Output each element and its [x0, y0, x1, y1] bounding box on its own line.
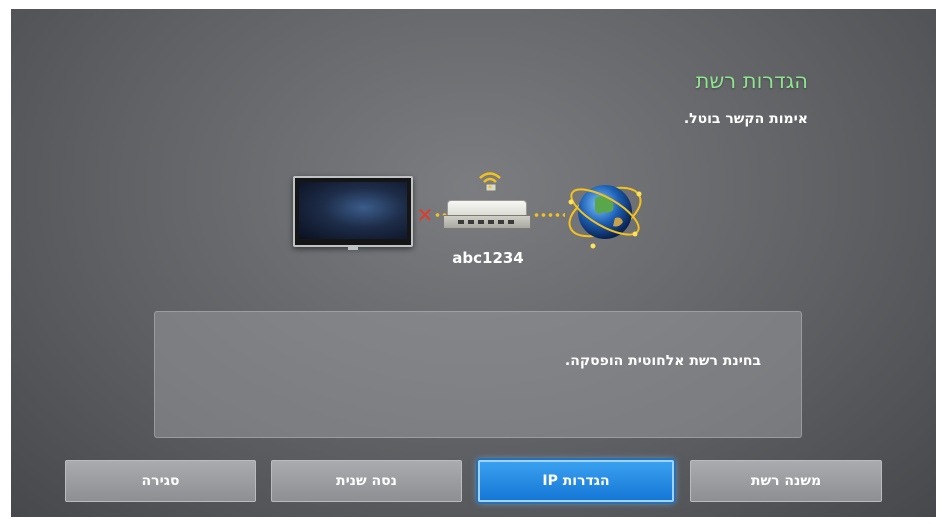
change-network-button[interactable]: משנה רשת: [690, 460, 882, 502]
network-ssid: abc1234: [452, 249, 524, 267]
router-icon: [443, 200, 533, 230]
tv-icon: [293, 176, 413, 250]
connection-dots-router-globe: [533, 213, 565, 217]
network-settings-dialog: הגדרות רשת אימות הקשר בוטל. ✕ abc1234 בח…: [11, 9, 936, 517]
retry-button[interactable]: נסה שנית: [271, 460, 462, 502]
status-subtitle: אימות הקשר בוטל.: [683, 111, 808, 127]
x-mark-icon: ✕: [416, 203, 434, 227]
message-panel: בחינת רשת אלחוטית הופסקה.: [154, 311, 802, 438]
close-button[interactable]: סגירה: [65, 460, 256, 502]
dialog-title: הגדרות רשת: [695, 69, 808, 93]
wifi-icon: [477, 169, 503, 193]
ip-settings-button[interactable]: הגדרות IP: [478, 460, 674, 502]
globe-icon: [565, 172, 645, 252]
message-text: בחינת רשת אלחוטית הופסקה.: [564, 353, 761, 369]
